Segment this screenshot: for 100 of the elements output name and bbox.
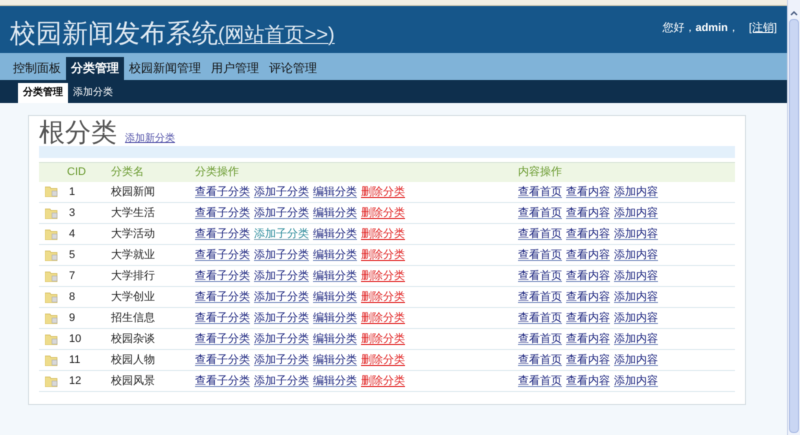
content-action-link[interactable]: 添加内容 bbox=[614, 204, 658, 222]
category-action-link[interactable]: 查看子分类 bbox=[195, 352, 250, 368]
content-action-link[interactable]: 查看内容 bbox=[566, 184, 610, 200]
category-action-link[interactable]: 删除分类 bbox=[361, 310, 405, 326]
folder-icon bbox=[45, 334, 59, 344]
category-action-link[interactable]: 删除分类 bbox=[361, 246, 405, 264]
subnav-tab[interactable]: 添加分类 bbox=[68, 83, 118, 103]
category-action-link[interactable]: 编辑分类 bbox=[313, 204, 357, 222]
content-action-link[interactable]: 添加内容 bbox=[614, 288, 658, 306]
greeting-text: 您好，admin， bbox=[662, 21, 739, 36]
category-action-link[interactable]: 添加子分类 bbox=[254, 246, 309, 264]
column-header: 分类名 bbox=[111, 166, 144, 178]
content-action-link[interactable]: 添加内容 bbox=[614, 330, 658, 348]
nav-tab[interactable]: 分类管理 bbox=[66, 57, 124, 80]
content-action-link[interactable]: 查看首页 bbox=[518, 330, 562, 348]
category-action-link[interactable]: 编辑分类 bbox=[313, 268, 357, 284]
content-action-link[interactable]: 查看内容 bbox=[566, 330, 610, 348]
category-action-link[interactable]: 删除分类 bbox=[361, 352, 405, 368]
cid-cell: 3 bbox=[69, 206, 76, 219]
folder-icon bbox=[45, 376, 59, 386]
content-action-link[interactable]: 查看首页 bbox=[518, 246, 562, 264]
cid-cell: 12 bbox=[69, 374, 82, 387]
category-action-link[interactable]: 添加子分类 bbox=[254, 226, 309, 242]
folder-icon bbox=[45, 250, 59, 260]
content-action-link[interactable]: 查看首页 bbox=[518, 310, 562, 326]
content-action-link[interactable]: 查看内容 bbox=[566, 310, 610, 326]
panel-title: 根分类 bbox=[39, 118, 117, 146]
category-action-link[interactable]: 添加子分类 bbox=[254, 352, 309, 368]
category-action-link[interactable]: 编辑分类 bbox=[313, 226, 357, 242]
content-action-link[interactable]: 添加内容 bbox=[614, 310, 658, 326]
category-action-link[interactable]: 查看子分类 bbox=[195, 226, 250, 242]
home-link[interactable]: (网站首页>>) bbox=[218, 22, 335, 48]
category-action-link[interactable]: 查看子分类 bbox=[195, 246, 250, 264]
content-action-link[interactable]: 查看内容 bbox=[566, 352, 610, 368]
nav-tab[interactable]: 控制面板 bbox=[8, 57, 66, 80]
category-action-link[interactable]: 添加子分类 bbox=[254, 310, 309, 326]
category-action-link[interactable]: 删除分类 bbox=[361, 372, 405, 390]
content-action-link[interactable]: 添加内容 bbox=[614, 352, 658, 368]
category-action-link[interactable]: 查看子分类 bbox=[195, 288, 250, 306]
cid-cell: 7 bbox=[69, 270, 76, 282]
content-action-link[interactable]: 查看首页 bbox=[518, 352, 562, 368]
nav-tab[interactable]: 校园新闻管理 bbox=[124, 57, 206, 80]
category-action-link[interactable]: 编辑分类 bbox=[313, 246, 357, 264]
category-action-link[interactable]: 查看子分类 bbox=[195, 268, 250, 284]
content-action-link[interactable]: 添加内容 bbox=[614, 246, 658, 264]
content-action-link[interactable]: 查看首页 bbox=[518, 204, 562, 222]
folder-icon bbox=[45, 292, 59, 302]
content-action-link[interactable]: 查看首页 bbox=[518, 226, 562, 242]
folder-icon bbox=[45, 186, 59, 198]
category-name: 大学活动 bbox=[111, 228, 155, 240]
column-header: 分类操作 bbox=[195, 166, 239, 178]
category-action-link[interactable]: 添加子分类 bbox=[254, 288, 309, 306]
content-action-link[interactable]: 查看内容 bbox=[566, 268, 610, 284]
content-action-link[interactable]: 查看首页 bbox=[518, 268, 562, 284]
category-action-link[interactable]: 删除分类 bbox=[361, 288, 405, 306]
category-action-link[interactable]: 添加子分类 bbox=[254, 372, 309, 390]
folder-icon bbox=[45, 312, 59, 324]
column-header: 内容操作 bbox=[518, 166, 562, 178]
content-action-link[interactable]: 查看首页 bbox=[518, 372, 562, 390]
subnav-tab[interactable]: 分类管理 bbox=[18, 83, 68, 103]
category-action-link[interactable]: 查看子分类 bbox=[195, 184, 250, 200]
category-action-link[interactable]: 查看子分类 bbox=[195, 330, 250, 348]
category-action-link[interactable]: 添加子分类 bbox=[254, 268, 309, 284]
category-action-link[interactable]: 编辑分类 bbox=[313, 184, 357, 200]
category-action-link[interactable]: 编辑分类 bbox=[313, 352, 357, 368]
content-action-link[interactable]: 添加内容 bbox=[614, 226, 658, 242]
category-action-link[interactable]: 添加子分类 bbox=[254, 330, 309, 348]
category-action-link[interactable]: 查看子分类 bbox=[195, 372, 250, 390]
content-action-link[interactable]: 查看内容 bbox=[566, 288, 610, 306]
category-action-link[interactable]: 添加子分类 bbox=[254, 204, 309, 222]
category-action-link[interactable]: 删除分类 bbox=[361, 330, 405, 348]
content-action-link[interactable]: 添加内容 bbox=[614, 184, 658, 200]
logout-link[interactable]: [注销] bbox=[748, 20, 777, 36]
content-action-link[interactable]: 查看首页 bbox=[518, 288, 562, 306]
content-action-link[interactable]: 查看首页 bbox=[518, 184, 562, 200]
nav-tab[interactable]: 评论管理 bbox=[264, 57, 322, 80]
category-action-link[interactable]: 编辑分类 bbox=[313, 372, 357, 390]
content-action-link[interactable]: 添加内容 bbox=[614, 268, 658, 284]
scrollbar[interactable] bbox=[787, 0, 800, 435]
content-action-link[interactable]: 查看内容 bbox=[566, 372, 610, 390]
category-action-link[interactable]: 删除分类 bbox=[361, 226, 405, 242]
content-action-link[interactable]: 查看内容 bbox=[566, 204, 610, 222]
category-action-link[interactable]: 查看子分类 bbox=[195, 204, 250, 222]
category-action-link[interactable]: 删除分类 bbox=[361, 184, 405, 200]
content-action-link[interactable]: 查看内容 bbox=[566, 246, 610, 264]
category-action-link[interactable]: 查看子分类 bbox=[195, 310, 250, 326]
column-header: CID bbox=[67, 166, 86, 178]
content-action-link[interactable]: 查看内容 bbox=[566, 226, 610, 242]
category-action-link[interactable]: 删除分类 bbox=[361, 204, 405, 222]
nav-tab[interactable]: 用户管理 bbox=[206, 57, 264, 80]
cid-cell: 1 bbox=[69, 186, 76, 198]
category-action-link[interactable]: 编辑分类 bbox=[313, 310, 357, 326]
category-action-link[interactable]: 添加子分类 bbox=[254, 184, 309, 200]
category-action-link[interactable]: 删除分类 bbox=[361, 268, 405, 284]
category-name: 校园新闻 bbox=[111, 186, 155, 198]
folder-icon bbox=[45, 208, 59, 218]
category-action-link[interactable]: 编辑分类 bbox=[313, 288, 357, 306]
add-category-link[interactable]: 添加新分类 bbox=[125, 131, 175, 146]
content-action-link[interactable]: 添加内容 bbox=[614, 372, 658, 390]
category-action-link[interactable]: 编辑分类 bbox=[313, 330, 357, 348]
